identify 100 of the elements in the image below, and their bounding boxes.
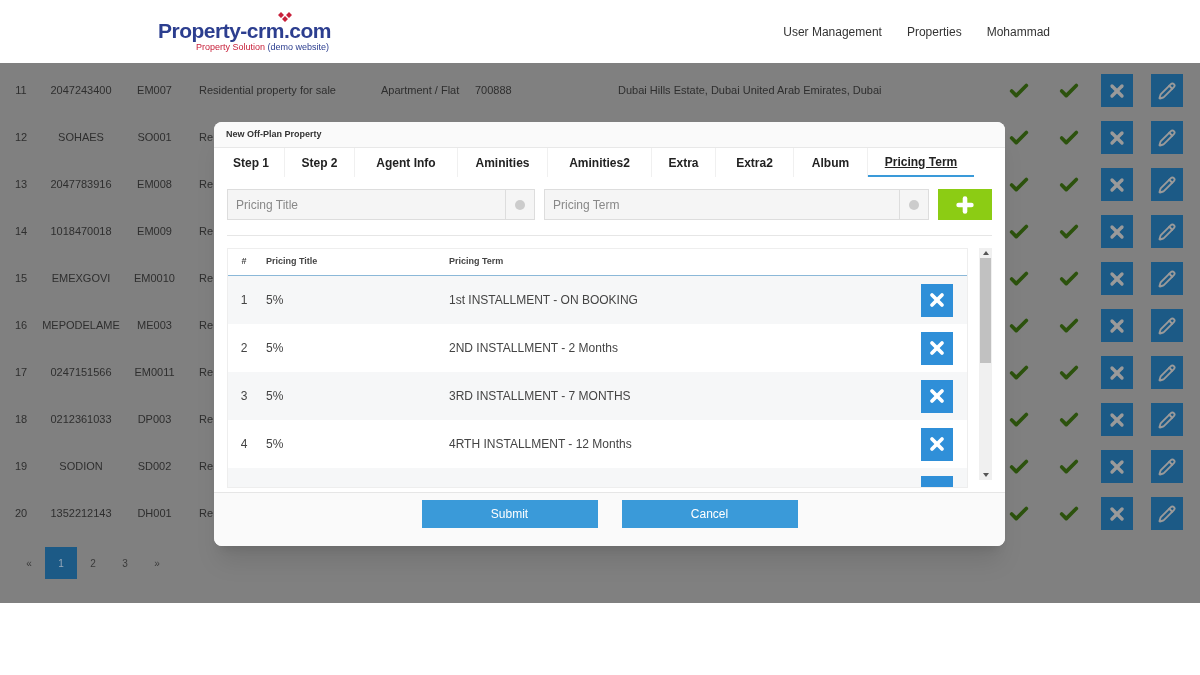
table-cell-text: Re xyxy=(199,365,214,381)
table-cell-text: Re xyxy=(199,224,214,240)
nav-link[interactable]: Properties xyxy=(906,22,962,41)
table-cell-text: 4RTH INSTALLMENT - 12 Months xyxy=(449,436,633,453)
edit-button[interactable] xyxy=(1151,262,1183,295)
table-cell-text: Re xyxy=(199,130,214,146)
nav-link[interactable]: User Management xyxy=(783,22,882,41)
table-cell-text: Apartment / Flat xyxy=(381,83,459,99)
tab[interactable]: Step 2 xyxy=(285,148,355,177)
row-number: 15 xyxy=(14,271,28,287)
table-cell-text: 5% xyxy=(265,436,285,453)
table-cell-text: 1352212143 xyxy=(50,506,112,522)
table-cell-text: Dubai Hills Estate, Dubai United Arab Emirates, Dubai xyxy=(617,83,883,99)
delete-button[interactable] xyxy=(1101,403,1133,436)
delete-button[interactable] xyxy=(1101,262,1133,295)
delete-button[interactable] xyxy=(921,427,954,461)
table-cell-text: EM0011 xyxy=(134,365,175,381)
table-cell-text: 2ND INSTALLMENT - 2 Months xyxy=(449,340,619,357)
table-cell-text: Re xyxy=(199,318,214,334)
edit-button[interactable] xyxy=(1151,168,1183,201)
row-number: 13 xyxy=(14,177,28,193)
tab[interactable]: Album xyxy=(794,148,868,177)
row-number: 19 xyxy=(14,459,28,475)
table-cell-text: Re xyxy=(199,459,214,475)
tab[interactable]: Agent Info xyxy=(355,148,458,177)
table-cell-text: 700888 xyxy=(474,83,513,99)
delete-button[interactable] xyxy=(1101,215,1133,248)
plus-icon xyxy=(954,193,976,216)
delete-button[interactable] xyxy=(1101,309,1133,342)
delete-button[interactable] xyxy=(1101,168,1133,201)
table-cell-text: Re xyxy=(199,412,214,428)
delete-button[interactable] xyxy=(1101,356,1133,389)
edit-button[interactable] xyxy=(1151,121,1183,154)
delete-button[interactable] xyxy=(1101,497,1133,530)
input-field[interactable]: Pricing Term xyxy=(544,189,900,220)
pencil-icon xyxy=(1158,363,1176,382)
table-cell-text: 5% xyxy=(265,292,285,309)
tab[interactable]: Aminities xyxy=(458,148,548,177)
tab[interactable]: Extra2 xyxy=(716,148,794,177)
add-button[interactable] xyxy=(938,189,992,220)
table-cell-text: Re xyxy=(199,177,214,193)
delete-button[interactable] xyxy=(1101,74,1133,107)
edit-button[interactable] xyxy=(1151,309,1183,342)
table-cell-text: 2047783916 xyxy=(50,177,112,193)
delete-button[interactable] xyxy=(921,283,954,317)
table-cell-text: EMEXGOVI xyxy=(51,271,111,287)
table-cell-text: 2047243400 xyxy=(50,83,112,99)
row-number: 16 xyxy=(14,318,28,334)
table-cell-text: EM008 xyxy=(137,177,172,193)
table-cell-text: SD002 xyxy=(137,459,172,475)
table-cell-text: EM0010 xyxy=(134,271,175,287)
row-number: 1 xyxy=(240,292,248,309)
table-cell-text: Re xyxy=(199,271,214,287)
table-cell-text: 0247151566 xyxy=(50,365,112,381)
edit-button[interactable] xyxy=(1151,403,1183,436)
table-cell-text: 1018470018 xyxy=(50,224,112,240)
logo[interactable]: Property-crm.com Property Solution (demo website) xyxy=(158,11,331,52)
pencil-icon xyxy=(1158,128,1176,147)
tab[interactable]: Aminities2 xyxy=(548,148,652,177)
column-header: Pricing Term xyxy=(449,255,505,269)
tab[interactable]: Step 1 xyxy=(218,148,285,177)
pencil-icon xyxy=(1158,269,1176,288)
delete-button[interactable] xyxy=(1101,450,1133,483)
pencil-icon xyxy=(1158,81,1176,100)
delete-button[interactable] xyxy=(921,331,954,365)
edit-button[interactable] xyxy=(1151,356,1183,389)
scroll-down-icon[interactable] xyxy=(982,473,989,477)
row-number: 20 xyxy=(14,506,28,522)
pencil-icon xyxy=(1158,410,1176,429)
delete-button[interactable] xyxy=(921,379,954,413)
scrollbar[interactable] xyxy=(979,248,992,480)
delete-button[interactable] xyxy=(1101,121,1133,154)
row-number: 17 xyxy=(14,365,28,381)
scroll-up-icon[interactable] xyxy=(982,251,989,255)
table-cell-text: SODION xyxy=(59,459,103,475)
table-cell-text: SOHAES xyxy=(58,130,104,146)
tab[interactable]: Extra xyxy=(652,148,716,177)
nav-link[interactable]: Mohammad xyxy=(986,22,1050,41)
column-header: # xyxy=(241,255,247,269)
table-cell-text: DH001 xyxy=(137,506,172,522)
row-number: 12 xyxy=(14,130,28,146)
pencil-icon xyxy=(1158,175,1176,194)
table-cell-text: SO001 xyxy=(137,130,172,146)
input-field[interactable]: Pricing Title xyxy=(227,189,506,220)
table-cell-text: DP003 xyxy=(137,412,172,428)
table-cell-text: 1st INSTALLMENT - ON BOOKING xyxy=(449,292,639,309)
edit-button[interactable] xyxy=(1151,74,1183,107)
modal-title: New Off-Plan Property xyxy=(226,127,322,141)
row-number: 4 xyxy=(240,436,248,453)
pencil-icon xyxy=(1158,222,1176,241)
table-cell-text: MEPODELAME xyxy=(42,318,120,334)
edit-button[interactable] xyxy=(1151,497,1183,530)
table-cell-text: Residential property for sale xyxy=(199,83,336,99)
edit-button[interactable] xyxy=(1151,215,1183,248)
tab[interactable]: Pricing Term xyxy=(868,148,974,177)
pencil-icon xyxy=(1158,504,1176,523)
edit-button[interactable] xyxy=(1151,450,1183,483)
table-cell-text: 3RD INSTALLMENT - 7 MONTHS xyxy=(449,388,632,405)
pencil-icon xyxy=(1158,316,1176,335)
table-cell-text: ME003 xyxy=(137,318,172,334)
